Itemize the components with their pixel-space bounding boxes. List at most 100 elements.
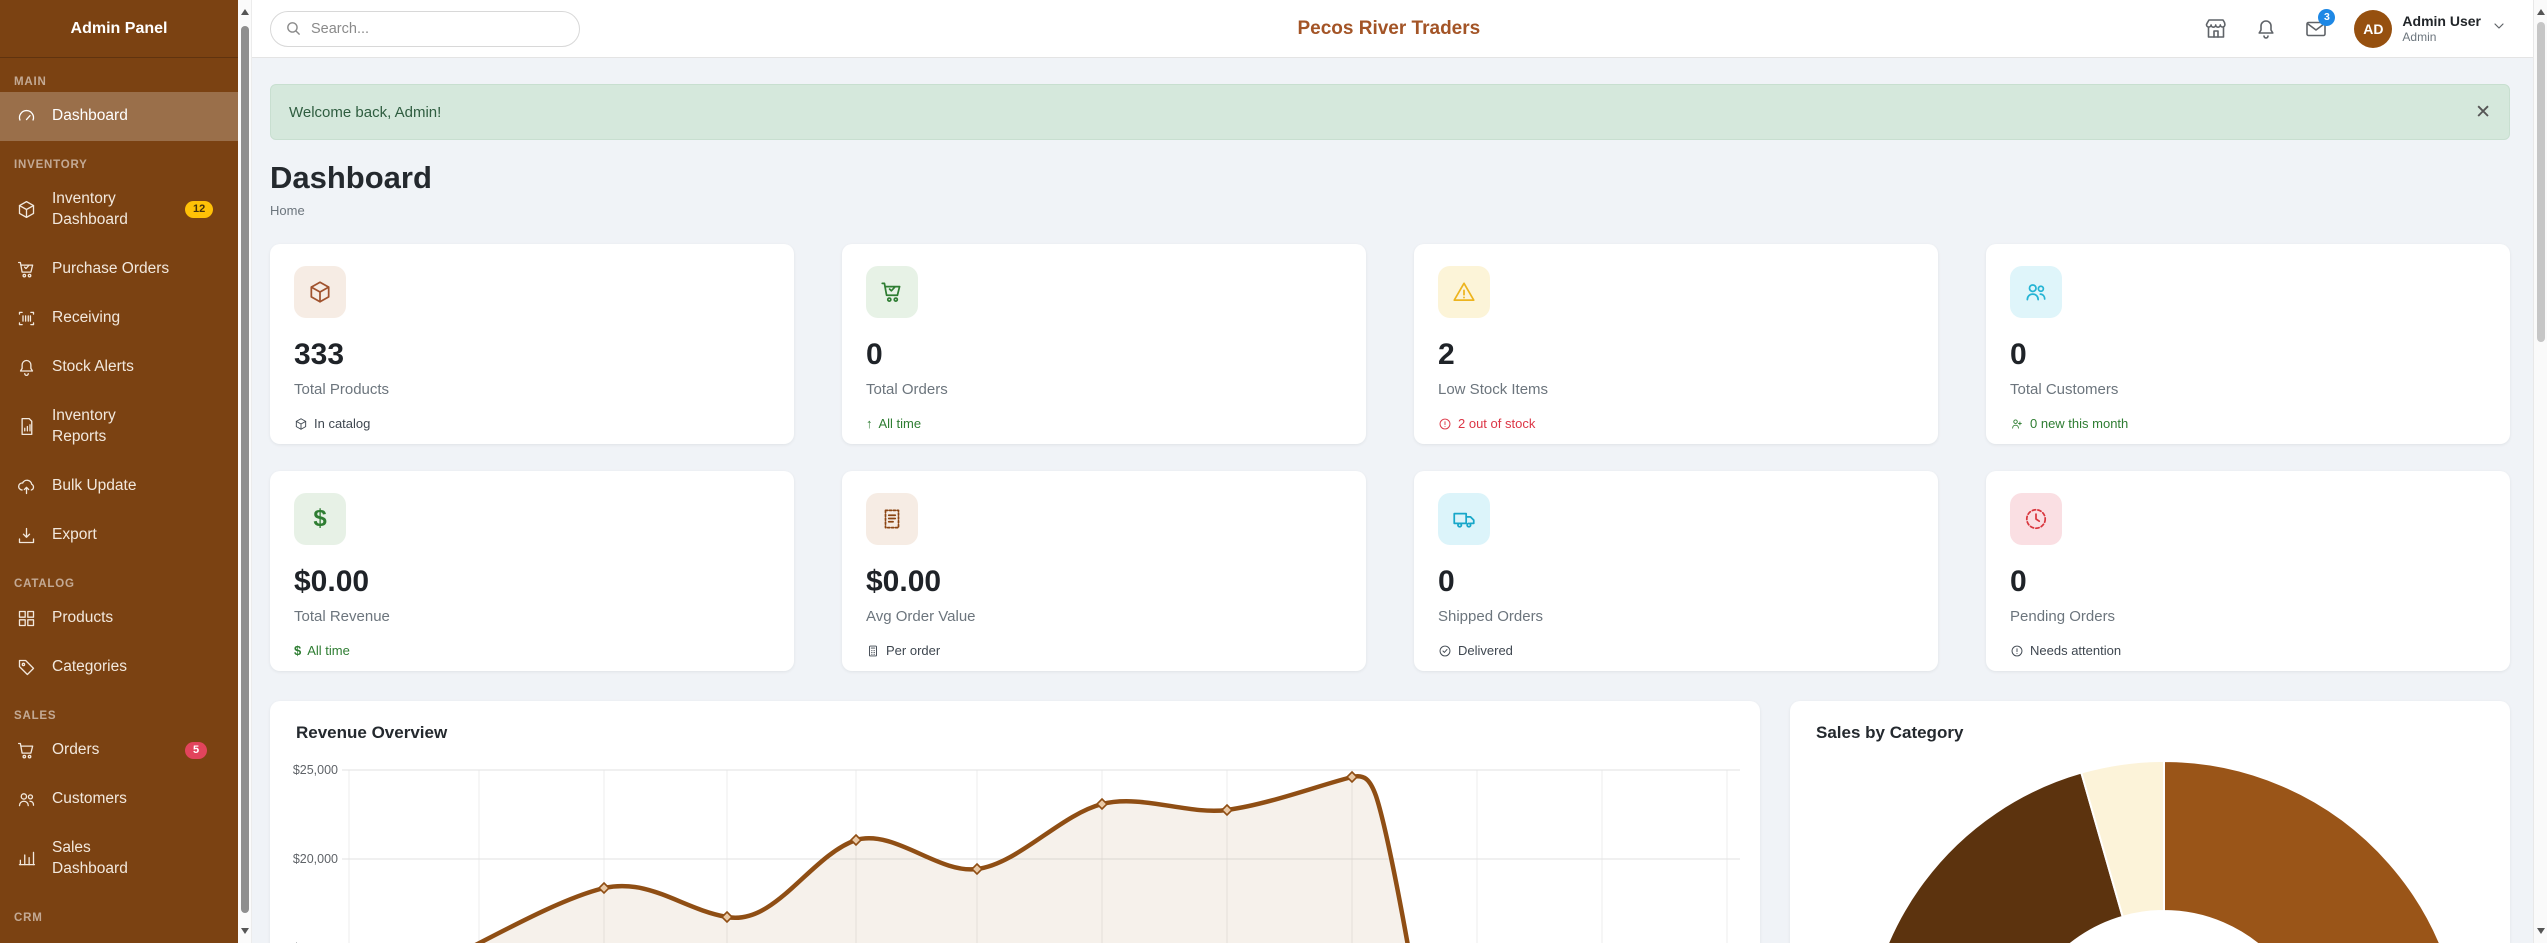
box-icon: [294, 417, 308, 431]
banner-close-icon[interactable]: ✕: [2475, 103, 2491, 122]
sidebar-item-purchase-orders[interactable]: Purchase Orders: [0, 245, 238, 294]
people-icon: [16, 789, 37, 810]
sidebar-title: Admin Panel: [0, 0, 238, 58]
scroll-up-icon[interactable]: [2537, 9, 2545, 15]
scroll-down-icon[interactable]: [241, 928, 249, 934]
clock-icon: [2010, 493, 2062, 545]
orders-badge: 5: [185, 742, 207, 759]
sidebar-item-customers[interactable]: Customers: [0, 775, 238, 824]
sidebar-item-export[interactable]: Export: [0, 511, 238, 560]
mail-badge: 3: [2318, 9, 2335, 26]
sidebar-item-inventory-reports[interactable]: Inventory Reports: [0, 392, 238, 462]
stat-footer-text: Delivered: [1458, 643, 1513, 658]
page-scrollbar-thumb[interactable]: [2537, 22, 2545, 342]
stat-card-avg-order-value: $0.00 Avg Order Value Per order: [842, 471, 1366, 671]
sidebar-item-products[interactable]: Products: [0, 594, 238, 643]
search-box[interactable]: [270, 11, 580, 47]
chevron-down-icon[interactable]: [2491, 18, 2507, 39]
dollar-icon: $: [294, 493, 346, 545]
cart-check-icon: [16, 259, 37, 280]
sidebar-scrollbar-thumb[interactable]: [241, 26, 249, 913]
sidebar-item-label: Stock Alerts: [52, 357, 170, 378]
sidebar-item-label: Orders: [52, 740, 170, 761]
sidebar-item-bulk-update[interactable]: Bulk Update: [0, 462, 238, 511]
dollar-icon: $: [294, 643, 301, 658]
arrow-up-icon: ↑: [866, 416, 873, 431]
donut-slice-2: [1864, 773, 2125, 943]
stat-footer-text: All time: [307, 643, 350, 658]
sidebar-item-categories[interactable]: Categories: [0, 643, 238, 692]
sidebar-scrollbar[interactable]: [238, 0, 252, 943]
sidebar-item-stock-alerts[interactable]: Stock Alerts: [0, 343, 238, 392]
barcode-icon: [16, 308, 37, 329]
package-icon: [16, 199, 37, 220]
sidebar-item-sales-dashboard[interactable]: Sales Dashboard: [0, 824, 238, 894]
scroll-up-icon[interactable]: [241, 9, 249, 15]
revenue-line-chart: $25,000 $20,000 $15,000: [270, 701, 1760, 943]
sidebar-item-label: Inventory Dashboard: [52, 189, 170, 231]
user-role: Admin: [2402, 30, 2481, 44]
stat-value: 0: [1438, 565, 1914, 599]
sidebar-item-label: Export: [52, 525, 170, 546]
user-menu[interactable]: AD Admin User Admin: [2354, 10, 2507, 48]
sidebar-item-dashboard[interactable]: Dashboard: [0, 92, 238, 141]
stat-value: $0.00: [294, 565, 770, 599]
sidebar: Admin Panel MAIN Dashboard INVENTORY Inv…: [0, 0, 238, 943]
scroll-down-icon[interactable]: [2537, 928, 2545, 934]
alert-circle-icon: [1438, 417, 1452, 431]
truck-icon: [1438, 493, 1490, 545]
welcome-banner-text: Welcome back, Admin!: [289, 104, 441, 121]
tag-icon: [16, 657, 37, 678]
breadcrumb[interactable]: Home: [270, 203, 2510, 218]
stat-card-pending-orders: 0 Pending Orders Needs attention: [1986, 471, 2510, 671]
revenue-chart-title: Revenue Overview: [296, 723, 447, 743]
cart-check-icon: [866, 266, 918, 318]
people-icon: [2010, 266, 2062, 318]
stat-label: Avg Order Value: [866, 608, 1342, 625]
search-icon: [285, 20, 302, 37]
stat-footer-text: 2 out of stock: [1458, 416, 1535, 431]
sidebar-item-label: Receiving: [52, 308, 170, 329]
sidebar-item-orders[interactable]: Orders 5: [0, 726, 238, 775]
sidebar-section-catalog: CATALOG: [14, 578, 238, 590]
check-circle-icon: [1438, 644, 1452, 658]
stat-footer-text: Needs attention: [2030, 643, 2121, 658]
file-chart-icon: [16, 416, 37, 437]
sidebar-item-inventory-dashboard[interactable]: Inventory Dashboard 12: [0, 175, 238, 245]
stat-footer-text: In catalog: [314, 416, 370, 431]
mail-icon[interactable]: 3: [2304, 17, 2328, 41]
avatar[interactable]: AD: [2354, 10, 2392, 48]
sidebar-item-label: Dashboard: [52, 106, 170, 127]
revenue-overview-card: Revenue Overview: [270, 701, 1760, 943]
search-input[interactable]: [311, 21, 565, 37]
stat-card-total-revenue: $ $0.00 Total Revenue $ All time: [270, 471, 794, 671]
stat-label: Pending Orders: [2010, 608, 2486, 625]
sidebar-item-receiving[interactable]: Receiving: [0, 294, 238, 343]
sidebar-item-customer-tags[interactable]: Customer Tags: [0, 928, 238, 943]
cloud-upload-icon: [16, 476, 37, 497]
sidebar-item-label: Sales Dashboard: [52, 838, 170, 880]
stat-value: 333: [294, 338, 770, 372]
stat-value: 0: [2010, 565, 2486, 599]
sidebar-item-label: Purchase Orders: [52, 259, 170, 280]
stat-label: Low Stock Items: [1438, 381, 1914, 398]
stat-label: Total Products: [294, 381, 770, 398]
y-tick-20000: $20,000: [293, 852, 338, 866]
stat-value: $0.00: [866, 565, 1342, 599]
sidebar-section-main: MAIN: [14, 76, 238, 88]
page-scrollbar[interactable]: [2533, 0, 2547, 943]
notifications-bell-icon[interactable]: [2254, 17, 2278, 41]
stat-footer-text: Per order: [886, 643, 940, 658]
stat-card-total-orders: 0 Total Orders ↑All time: [842, 244, 1366, 444]
stat-value: 0: [866, 338, 1342, 372]
stat-card-shipped-orders: 0 Shipped Orders Delivered: [1414, 471, 1938, 671]
stat-footer-text: 0 new this month: [2030, 416, 2128, 431]
welcome-banner: Welcome back, Admin! ✕: [270, 84, 2510, 140]
warning-triangle-icon: [1438, 266, 1490, 318]
store-icon[interactable]: [2204, 17, 2228, 41]
receipt-icon: [866, 493, 918, 545]
download-icon: [16, 525, 37, 546]
sidebar-item-label: Inventory Reports: [52, 406, 170, 448]
stat-label: Total Revenue: [294, 608, 770, 625]
y-tick-25000: $25,000: [293, 763, 338, 777]
